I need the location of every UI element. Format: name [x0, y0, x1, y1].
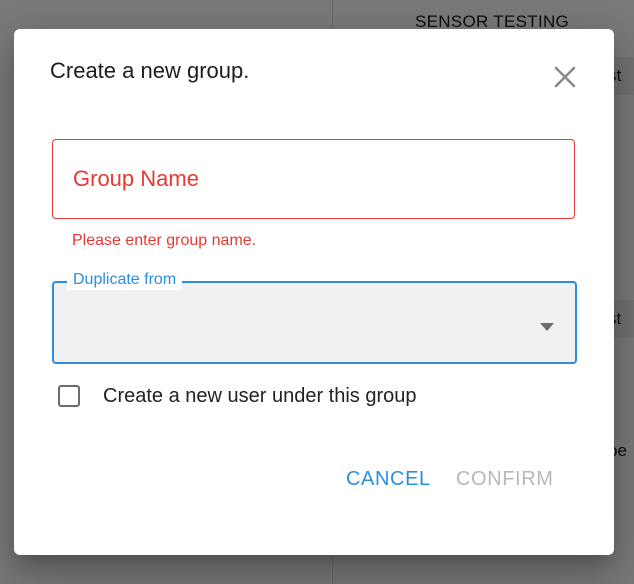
duplicate-from-label: Duplicate from [67, 270, 183, 290]
create-user-checkbox[interactable] [58, 385, 80, 407]
confirm-button[interactable]: CONFIRM [456, 468, 554, 491]
create-user-checkbox-row[interactable]: Create a new user under this group [58, 382, 417, 410]
close-icon [550, 62, 580, 92]
group-name-input[interactable]: Group Name [52, 139, 575, 219]
dropdown-arrow-icon [539, 319, 555, 337]
create-group-dialog: Create a new group. Group Name Please en… [14, 29, 614, 555]
cancel-button[interactable]: CANCEL [346, 468, 431, 491]
duplicate-from-select[interactable] [52, 281, 577, 364]
create-user-checkbox-label: Create a new user under this group [103, 384, 417, 407]
dialog-title: Create a new group. [50, 58, 250, 83]
close-button[interactable] [550, 62, 580, 92]
group-name-error-text: Please enter group name. [72, 232, 257, 249]
group-name-placeholder: Group Name [73, 166, 199, 191]
